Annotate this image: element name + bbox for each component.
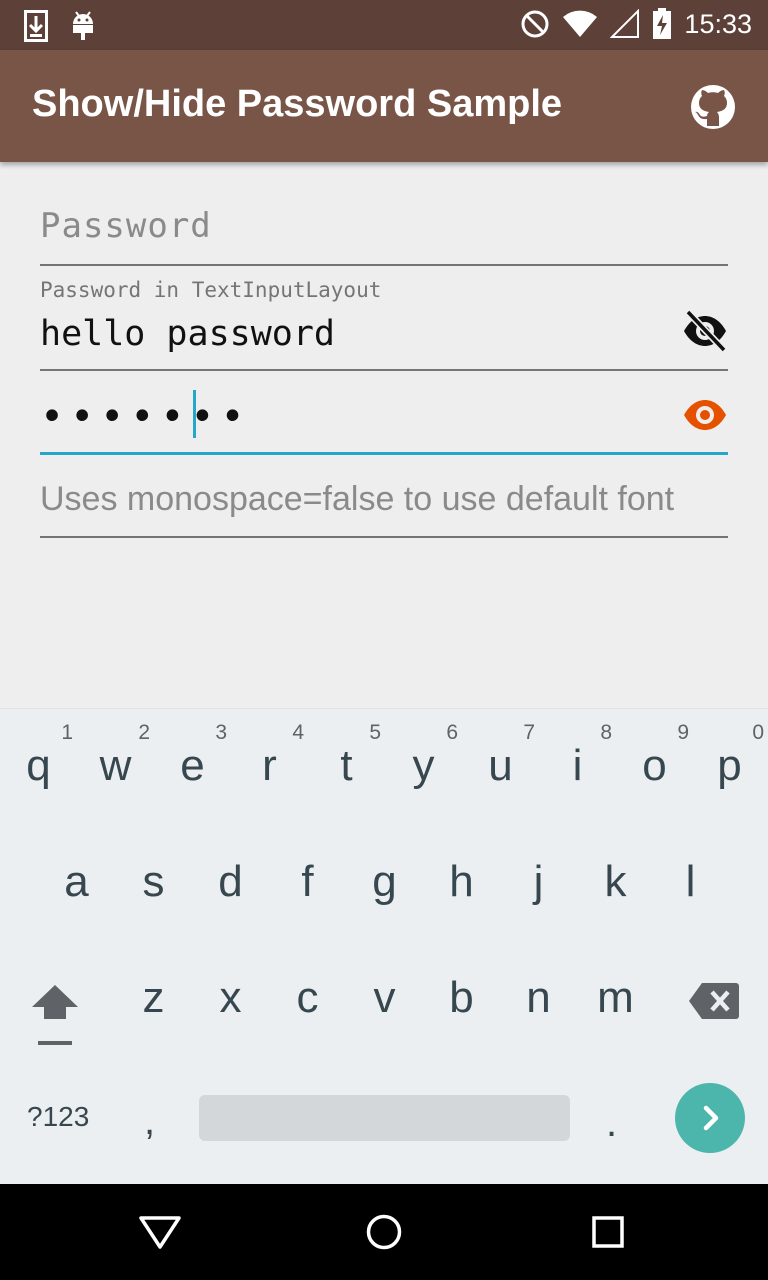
recents-icon[interactable] (592, 1216, 624, 1248)
app-bar: Show/Hide Password Sample (0, 50, 768, 162)
key-h[interactable]: h (423, 825, 500, 941)
key-n[interactable]: n (500, 941, 577, 1057)
key-i[interactable]: 8 i (539, 709, 616, 825)
battery-charging-icon (653, 8, 672, 39)
masked-password-field[interactable]: ••••••• (40, 390, 728, 458)
key-label: t (340, 741, 353, 790)
key-label: h (449, 857, 474, 906)
key-label: j (533, 857, 544, 906)
key-label: y (412, 741, 435, 790)
focused-underline (40, 452, 728, 455)
key-label: u (488, 741, 513, 790)
default-font-placeholder: Uses monospace=false to use default font (40, 480, 675, 518)
eye-icon[interactable] (682, 392, 728, 438)
key-u[interactable]: 7 u (462, 709, 539, 825)
key-e[interactable]: 3 e (154, 709, 231, 825)
key-o[interactable]: 9 o (616, 709, 693, 825)
key-label: c (296, 973, 319, 1022)
key-f[interactable]: f (269, 825, 346, 941)
download-icon (24, 10, 48, 42)
key-v[interactable]: v (346, 941, 423, 1057)
clock: 15:33 (684, 8, 752, 39)
key-y[interactable]: 6 y (385, 709, 462, 825)
key-a[interactable]: a (38, 825, 115, 941)
period-key[interactable]: . (606, 1101, 617, 1146)
password-underline (40, 264, 728, 266)
key-label: n (526, 973, 551, 1022)
default-font-field[interactable]: Uses monospace=false to use default font (40, 480, 728, 540)
key-s[interactable]: s (115, 825, 192, 941)
key-label: m (597, 973, 634, 1022)
textinputlayout-underline (40, 369, 728, 371)
key-j[interactable]: j (500, 825, 577, 941)
key-label: g (372, 857, 397, 906)
android-icon (73, 11, 93, 40)
textinputlayout-password-field[interactable]: Password in TextInputLayout hello passwo… (40, 278, 728, 374)
eye-off-icon[interactable] (682, 308, 728, 354)
do-not-disturb-icon (521, 10, 549, 38)
key-label: d (218, 857, 243, 906)
enter-button[interactable] (675, 1083, 745, 1153)
back-icon[interactable] (138, 1214, 182, 1250)
key-label: i (572, 741, 583, 790)
key-label: a (64, 857, 89, 906)
key-c[interactable]: c (269, 941, 346, 1057)
floating-label: Password in TextInputLayout (40, 278, 382, 302)
key-label: r (262, 741, 277, 790)
enter-arrow-icon (703, 1105, 719, 1131)
password-value: hello password (40, 314, 336, 354)
key-label: x (219, 973, 242, 1022)
key-label: e (180, 741, 205, 790)
key-label: o (642, 741, 667, 790)
space-bar[interactable] (199, 1095, 570, 1141)
key-label: l (685, 857, 696, 906)
key-w[interactable]: 2 w (77, 709, 154, 825)
key-t[interactable]: 5 t (308, 709, 385, 825)
masked-password-value: ••••••• (40, 394, 251, 440)
key-label: f (301, 857, 314, 906)
signal-icon (610, 9, 640, 38)
key-r[interactable]: 4 r (231, 709, 308, 825)
key-k[interactable]: k (577, 825, 654, 941)
key-label: b (449, 973, 474, 1022)
key-b[interactable]: b (423, 941, 500, 1057)
password-field[interactable]: Password (40, 206, 728, 268)
key-p[interactable]: 0 p (691, 709, 768, 825)
backspace-icon[interactable] (688, 981, 740, 1021)
key-label: w (99, 741, 132, 790)
password-placeholder: Password (40, 206, 212, 246)
comma-key[interactable]: , (144, 1099, 155, 1144)
key-l[interactable]: l (652, 825, 729, 941)
symbols-key[interactable]: ?123 (27, 1101, 89, 1133)
key-label: v (373, 973, 396, 1022)
key-label: z (142, 973, 165, 1022)
key-label: q (26, 741, 51, 790)
text-cursor (193, 390, 196, 438)
wifi-icon (563, 10, 598, 37)
app-title: Show/Hide Password Sample (32, 83, 563, 125)
shift-icon[interactable] (28, 981, 82, 1047)
key-g[interactable]: g (346, 825, 423, 941)
status-bar: 15:33 (0, 0, 768, 50)
key-m[interactable]: m (577, 941, 654, 1057)
navigation-bar (0, 1184, 768, 1280)
key-z[interactable]: z (115, 941, 192, 1057)
default-font-underline (40, 536, 728, 538)
key-label: p (717, 741, 742, 790)
github-icon[interactable] (690, 84, 736, 130)
key-d[interactable]: d (192, 825, 269, 941)
key-label: k (604, 857, 627, 906)
key-q[interactable]: 1 q (0, 709, 77, 825)
home-icon[interactable] (366, 1214, 402, 1250)
key-x[interactable]: x (192, 941, 269, 1057)
soft-keyboard: 1 q 2 w 3 e 4 r 5 t 6 y 7 u 8 i 9 o 0 p … (0, 708, 768, 1185)
key-label: s (142, 857, 165, 906)
